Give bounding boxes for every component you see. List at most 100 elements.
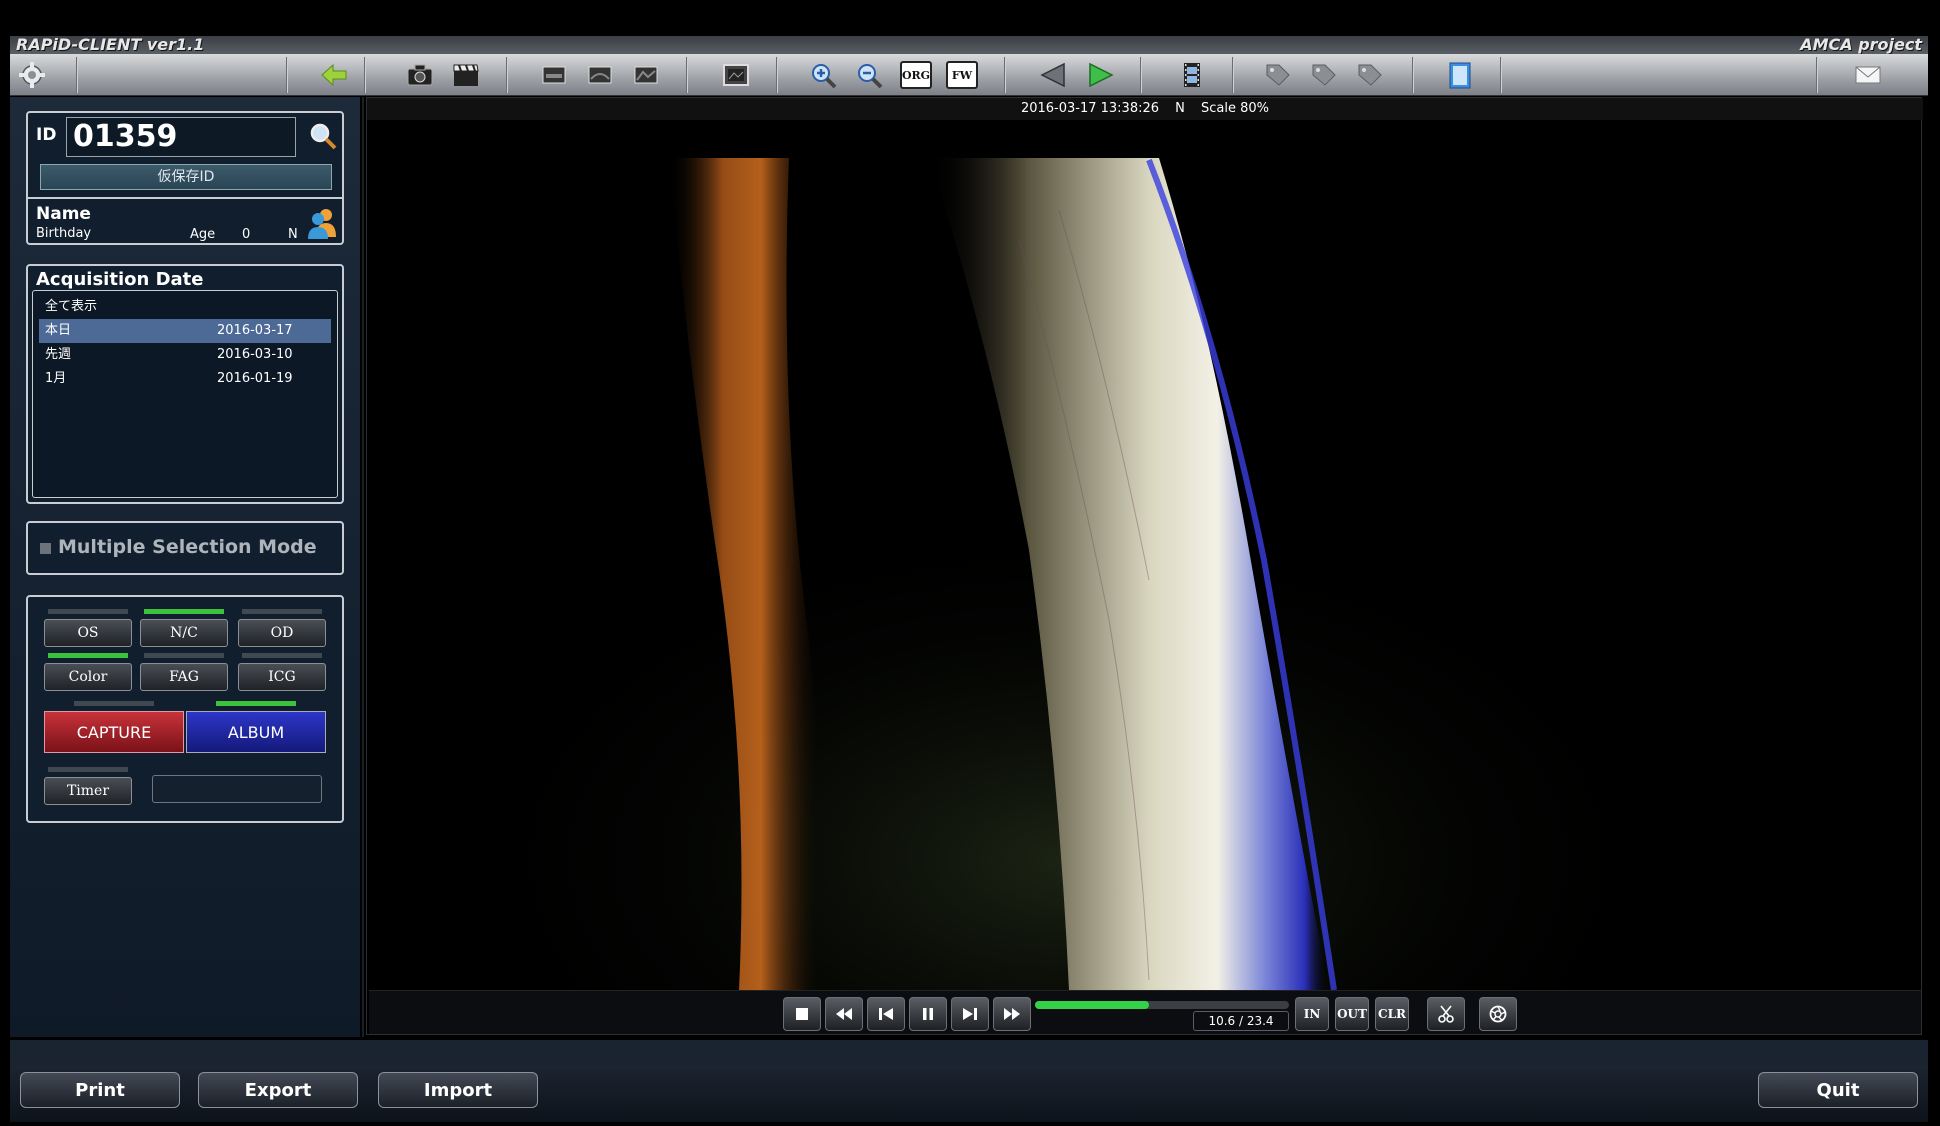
divider bbox=[28, 197, 342, 199]
patient-box: ID 01359 仮保存ID Name Birthday Age 0 N bbox=[26, 111, 344, 245]
tag-icon[interactable] bbox=[1306, 59, 1342, 91]
mail-icon[interactable] bbox=[1850, 59, 1886, 91]
acquisition-item-january[interactable]: 1月 2016-01-19 bbox=[39, 367, 331, 391]
id-label: ID bbox=[36, 125, 57, 145]
out-button[interactable]: OUT bbox=[1335, 997, 1369, 1031]
print-button[interactable]: Print bbox=[20, 1072, 180, 1108]
org-button[interactable]: ORG bbox=[900, 61, 932, 89]
zoom-in-icon[interactable] bbox=[806, 59, 842, 91]
color-indicator bbox=[48, 653, 128, 658]
acquisition-title: Acquisition Date bbox=[36, 269, 204, 290]
person-icon[interactable] bbox=[304, 205, 340, 241]
fag-button[interactable]: FAG bbox=[140, 663, 228, 691]
nc-button[interactable]: N/C bbox=[140, 619, 228, 647]
clr-button[interactable]: CLR bbox=[1375, 997, 1409, 1031]
image-timestamp: 2016-03-17 13:38:26 bbox=[1020, 101, 1160, 116]
import-button[interactable]: Import bbox=[378, 1072, 538, 1108]
timer-button[interactable]: Timer bbox=[44, 777, 132, 805]
multiple-selection-box: Multiple Selection Mode bbox=[26, 521, 344, 575]
search-icon[interactable] bbox=[306, 119, 340, 153]
fast-forward-icon[interactable] bbox=[993, 997, 1031, 1031]
project-title: AMCA project bbox=[1800, 35, 1922, 54]
fw-button[interactable]: FW bbox=[946, 61, 978, 89]
acquisition-date-box: Acquisition Date 全て表示 本日 2016-03-17 先週 2… bbox=[26, 264, 344, 504]
export-button[interactable]: Export bbox=[198, 1072, 358, 1108]
bottom-bar: Print Export Import Quit bbox=[10, 1066, 1928, 1122]
layout-triple-icon[interactable] bbox=[628, 59, 664, 91]
capture-controls-box: OS N/C OD Color FAG ICG CAPTURE ALBUM Ti… bbox=[26, 595, 344, 823]
album-indicator bbox=[216, 701, 296, 706]
quit-button[interactable]: Quit bbox=[1758, 1072, 1918, 1108]
notebook-icon[interactable] bbox=[1442, 59, 1478, 91]
stop-icon[interactable] bbox=[783, 997, 821, 1031]
icg-indicator bbox=[242, 653, 322, 658]
acquisition-item-label: 本日 bbox=[45, 323, 72, 338]
video-player-bar: 10.6 / 23.4 IN OUT CLR bbox=[369, 990, 1921, 1034]
os-button[interactable]: OS bbox=[44, 619, 132, 647]
image-sex: N bbox=[1175, 101, 1185, 116]
capture-indicator bbox=[74, 701, 154, 706]
acquisition-item-last-week[interactable]: 先週 2016-03-10 bbox=[39, 343, 331, 367]
od-indicator bbox=[242, 609, 322, 614]
back-arrow-icon[interactable] bbox=[316, 59, 352, 91]
patient-id-field[interactable]: 01359 bbox=[66, 117, 296, 157]
acquisition-item-label: 1月 bbox=[45, 371, 67, 386]
acquisition-list: 全て表示 本日 2016-03-17 先週 2016-03-10 1月 2016… bbox=[32, 290, 338, 498]
camera-icon[interactable] bbox=[402, 59, 438, 91]
pause-icon[interactable] bbox=[909, 997, 947, 1031]
clapper-icon[interactable] bbox=[448, 59, 484, 91]
tag-icon[interactable] bbox=[1260, 59, 1296, 91]
multiple-selection-checkbox[interactable] bbox=[40, 543, 51, 554]
acquisition-item-label: 先週 bbox=[45, 347, 72, 362]
playback-time: 10.6 / 23.4 bbox=[1193, 1011, 1289, 1031]
name-label: Name bbox=[36, 204, 91, 224]
zoom-out-icon[interactable] bbox=[852, 59, 888, 91]
scissors-icon[interactable] bbox=[1427, 997, 1465, 1031]
tag-icon[interactable] bbox=[1352, 59, 1388, 91]
shutter-icon[interactable] bbox=[1479, 997, 1517, 1031]
layout-double-icon[interactable] bbox=[582, 59, 618, 91]
left-panel: ID 01359 仮保存ID Name Birthday Age 0 N Acq… bbox=[10, 97, 360, 1037]
toolbar: ORG FW bbox=[10, 54, 1928, 96]
filmstrip-icon[interactable] bbox=[1174, 59, 1210, 91]
status-strip bbox=[10, 1040, 1928, 1066]
gear-icon[interactable] bbox=[14, 59, 50, 91]
acquisition-item-all[interactable]: 全て表示 bbox=[39, 295, 331, 319]
title-bar: RAPiD-CLIENT ver1.1 AMCA project bbox=[10, 36, 1928, 54]
age-value: 0 bbox=[242, 227, 251, 242]
age-label: Age bbox=[190, 227, 216, 242]
birthday-label: Birthday bbox=[36, 226, 92, 241]
rewind-icon[interactable] bbox=[825, 997, 863, 1031]
skip-back-icon[interactable] bbox=[867, 997, 905, 1031]
viewer-frame: 2016-03-17 13:38:26 N Scale 80% 10.6 / 2… bbox=[366, 97, 1923, 1035]
timer-field[interactable] bbox=[152, 775, 322, 803]
od-button[interactable]: OD bbox=[238, 619, 326, 647]
skip-forward-icon[interactable] bbox=[951, 997, 989, 1031]
icg-button[interactable]: ICG bbox=[238, 663, 326, 691]
color-button[interactable]: Color bbox=[44, 663, 132, 691]
temp-id-button[interactable]: 仮保存ID bbox=[40, 164, 332, 190]
multiple-selection-label: Multiple Selection Mode bbox=[58, 536, 317, 558]
nc-indicator bbox=[144, 609, 224, 614]
next-icon[interactable] bbox=[1082, 59, 1118, 91]
acquisition-item-date: 2016-03-17 bbox=[217, 323, 293, 338]
layout-single-icon[interactable] bbox=[536, 59, 572, 91]
image-frame-icon[interactable] bbox=[718, 59, 754, 91]
in-button[interactable]: IN bbox=[1295, 997, 1329, 1031]
album-button[interactable]: ALBUM bbox=[186, 711, 326, 753]
capture-button[interactable]: CAPTURE bbox=[44, 711, 184, 753]
eye-image[interactable] bbox=[369, 120, 1921, 990]
acquisition-item-label: 全て表示 bbox=[45, 299, 98, 314]
acquisition-item-date: 2016-03-10 bbox=[217, 347, 293, 362]
playback-progress-bar[interactable] bbox=[1035, 1001, 1289, 1009]
app-title: RAPiD-CLIENT ver1.1 bbox=[16, 35, 205, 54]
os-indicator bbox=[48, 609, 128, 614]
image-scale: Scale 80% bbox=[1201, 101, 1270, 116]
fag-indicator bbox=[144, 653, 224, 658]
image-viewer: 2016-03-17 13:38:26 N Scale 80% 10.6 / 2… bbox=[362, 97, 1930, 1037]
app-window: RAPiD-CLIENT ver1.1 AMCA project ORG FW … bbox=[0, 0, 1940, 1126]
acquisition-item-date: 2016-01-19 bbox=[217, 371, 293, 386]
prev-icon[interactable] bbox=[1036, 59, 1072, 91]
acquisition-item-today[interactable]: 本日 2016-03-17 bbox=[39, 319, 331, 343]
image-info-bar: 2016-03-17 13:38:26 N Scale 80% bbox=[367, 98, 1923, 120]
